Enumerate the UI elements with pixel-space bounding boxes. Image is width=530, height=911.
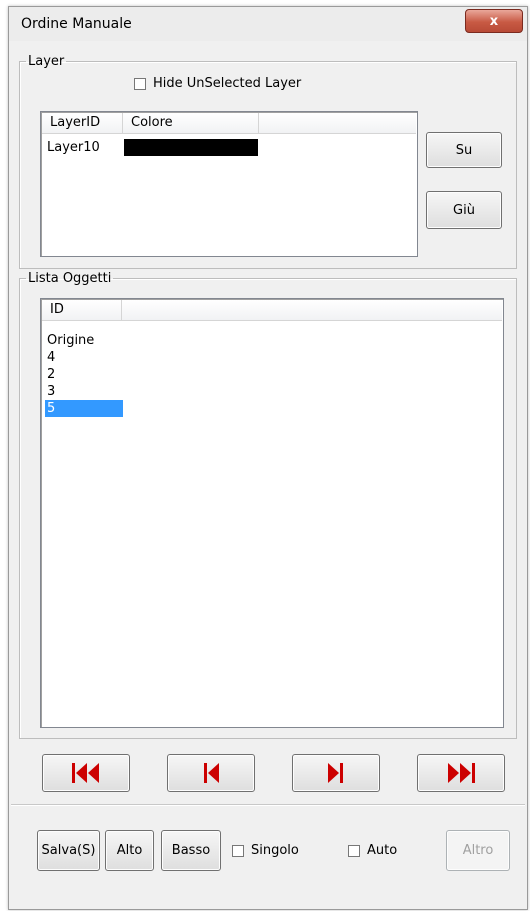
step-forward-icon	[328, 763, 343, 783]
column-colore[interactable]: Colore	[123, 113, 259, 133]
auto-checkbox-label: Auto	[367, 843, 398, 858]
layer-list-header: LayerID Colore	[42, 113, 416, 134]
hide-unselected-checkbox-box[interactable]	[134, 77, 146, 90]
single-checkbox-label: Singolo	[251, 843, 299, 858]
auto-checkbox[interactable]: Auto	[348, 843, 397, 858]
column-id[interactable]: ID	[42, 300, 122, 320]
layer-group-legend: Layer	[28, 54, 65, 69]
skip-first-icon	[72, 763, 99, 783]
single-checkbox[interactable]: Singolo	[232, 843, 299, 858]
other-button[interactable]: Altro	[446, 830, 510, 871]
top-button[interactable]: Alto	[105, 830, 154, 871]
dialog-window: Ordine Manuale x Layer Hide UnSelected L…	[8, 6, 528, 910]
step-back-icon	[204, 763, 219, 783]
layer-color-swatch[interactable]	[124, 139, 258, 156]
single-checkbox-box[interactable]	[232, 844, 244, 857]
save-button[interactable]: Salva(S)	[37, 830, 100, 871]
list-item-4[interactable]: 4	[45, 349, 123, 366]
close-button[interactable]: x	[465, 9, 523, 33]
move-first-button[interactable]	[42, 754, 130, 792]
list-item-5-selected[interactable]: 5	[45, 400, 123, 417]
list-item-3[interactable]: 3	[45, 383, 123, 400]
move-next-button[interactable]	[292, 754, 380, 792]
layer-list[interactable]: LayerID Colore Layer10	[40, 111, 418, 257]
list-item-2[interactable]: 2	[45, 366, 123, 383]
list-item-origine[interactable]: Origine	[45, 332, 123, 349]
title-bar: Ordine Manuale x	[9, 7, 527, 41]
skip-last-icon	[448, 763, 475, 783]
hide-unselected-label: Hide UnSelected Layer	[153, 76, 302, 91]
move-last-button[interactable]	[417, 754, 505, 792]
window-title: Ordine Manuale	[21, 16, 132, 32]
divider	[11, 804, 525, 806]
move-previous-button[interactable]	[167, 754, 255, 792]
objects-group-legend: Lista Oggetti	[28, 271, 112, 286]
objects-list-header: ID	[42, 300, 502, 321]
down-button[interactable]: Giù	[426, 191, 502, 229]
objects-list[interactable]: ID Origine 4 2 3 5	[40, 298, 504, 728]
bottom-button[interactable]: Basso	[161, 830, 221, 871]
up-button[interactable]: Su	[426, 132, 502, 168]
auto-checkbox-box[interactable]	[348, 844, 360, 857]
hide-unselected-layer-checkbox[interactable]: Hide UnSelected Layer	[134, 76, 301, 91]
close-icon: x	[489, 13, 499, 29]
column-layer-id[interactable]: LayerID	[42, 113, 123, 133]
layer-row-id[interactable]: Layer10	[47, 140, 100, 155]
